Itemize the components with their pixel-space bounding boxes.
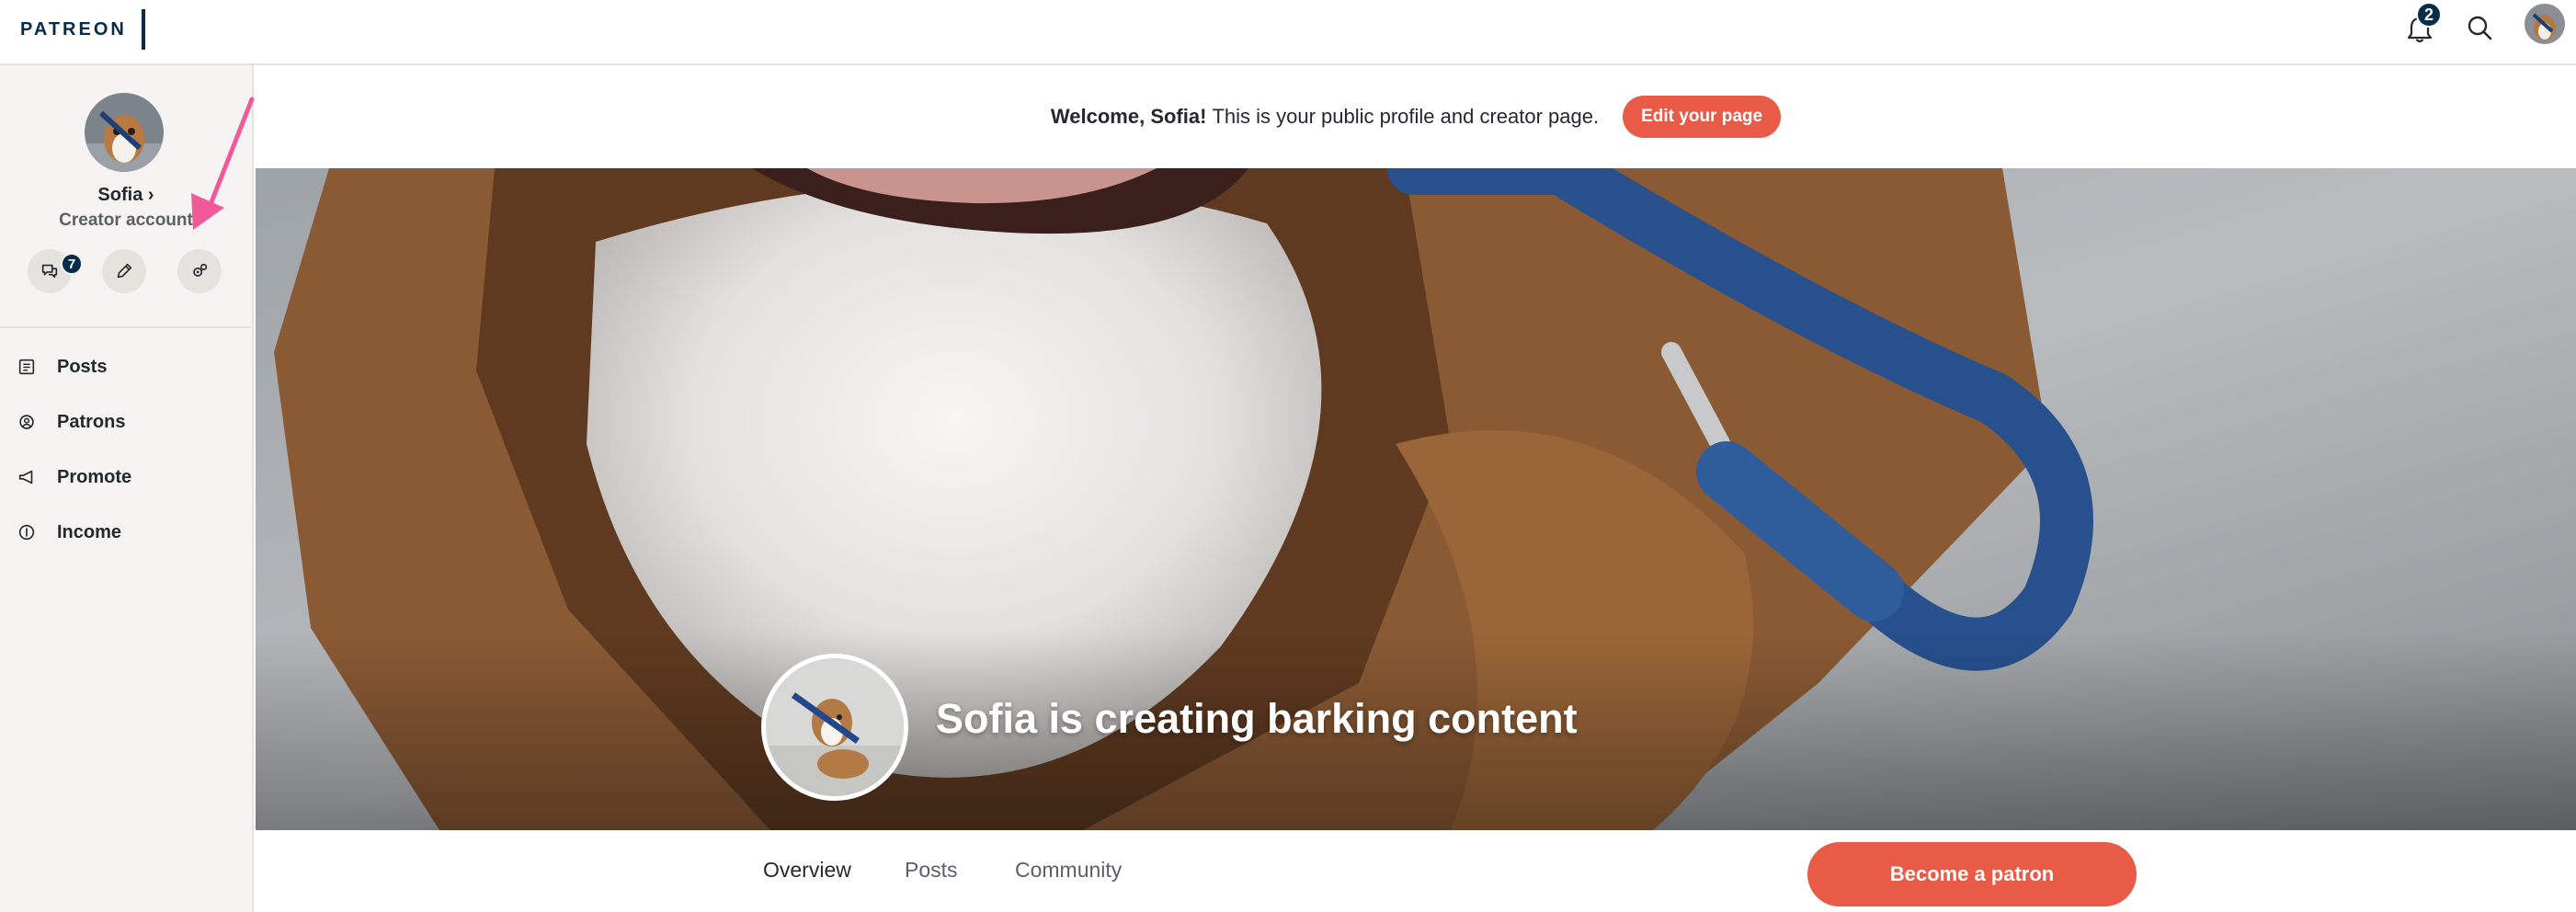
chat-icon: [41, 264, 58, 279]
sidebar-item-patrons[interactable]: Patrons: [17, 404, 125, 440]
search-icon[interactable]: [2462, 9, 2499, 46]
posts-icon: [18, 359, 35, 375]
notification-badge: 2: [2416, 2, 2442, 28]
logo-divider: [141, 9, 145, 50]
creator-name-text: Sofia: [97, 185, 143, 205]
sidebar-item-label: Income: [57, 521, 122, 542]
sidebar-item-posts[interactable]: Posts: [17, 348, 107, 385]
sidebar-item-income[interactable]: Income: [17, 514, 121, 551]
settings-gear-icon: [193, 263, 208, 277]
user-avatar[interactable]: [2525, 4, 2565, 44]
creator-page-title: Sofia is creating barking content: [936, 695, 1578, 742]
edit-page-button[interactable]: Edit your page: [1623, 96, 1782, 138]
welcome-greeting: Welcome, Sofia!: [1050, 105, 1207, 128]
top-bar: PATREON 2: [0, 0, 2576, 65]
chevron-right-icon: ›: [147, 185, 154, 205]
tab-posts[interactable]: Posts: [905, 858, 958, 883]
patreon-logo[interactable]: PATREON: [20, 9, 145, 50]
creator-cover-avatar: [761, 654, 908, 801]
sidebar-item-label: Patrons: [57, 411, 126, 432]
sidebar-item-label: Posts: [57, 356, 108, 377]
dollar-icon: [18, 524, 35, 541]
sidebar-item-label: Promote: [57, 466, 132, 487]
welcome-message: This is your public profile and creator …: [1212, 105, 1600, 128]
megaphone-icon: [18, 470, 33, 484]
annotation-arrow-icon: [191, 97, 255, 230]
logo-text: PATREON: [20, 18, 127, 40]
messages-badge: 7: [61, 253, 83, 275]
settings-button[interactable]: [177, 249, 222, 293]
sidebar-divider: [0, 326, 252, 328]
edit-profile-button[interactable]: [102, 249, 146, 293]
profile-tabs: Overview Posts Community: [256, 830, 2576, 912]
welcome-banner: Welcome, Sofia! This is your public prof…: [256, 65, 2576, 168]
creator-avatar[interactable]: [85, 93, 164, 172]
tab-community[interactable]: Community: [1015, 858, 1122, 883]
patrons-icon: [19, 415, 34, 429]
tab-overview[interactable]: Overview: [763, 858, 851, 883]
become-patron-button[interactable]: Become a patron: [1807, 842, 2137, 906]
pencil-icon: [117, 263, 132, 279]
sidebar-item-promote[interactable]: Promote: [17, 459, 131, 496]
